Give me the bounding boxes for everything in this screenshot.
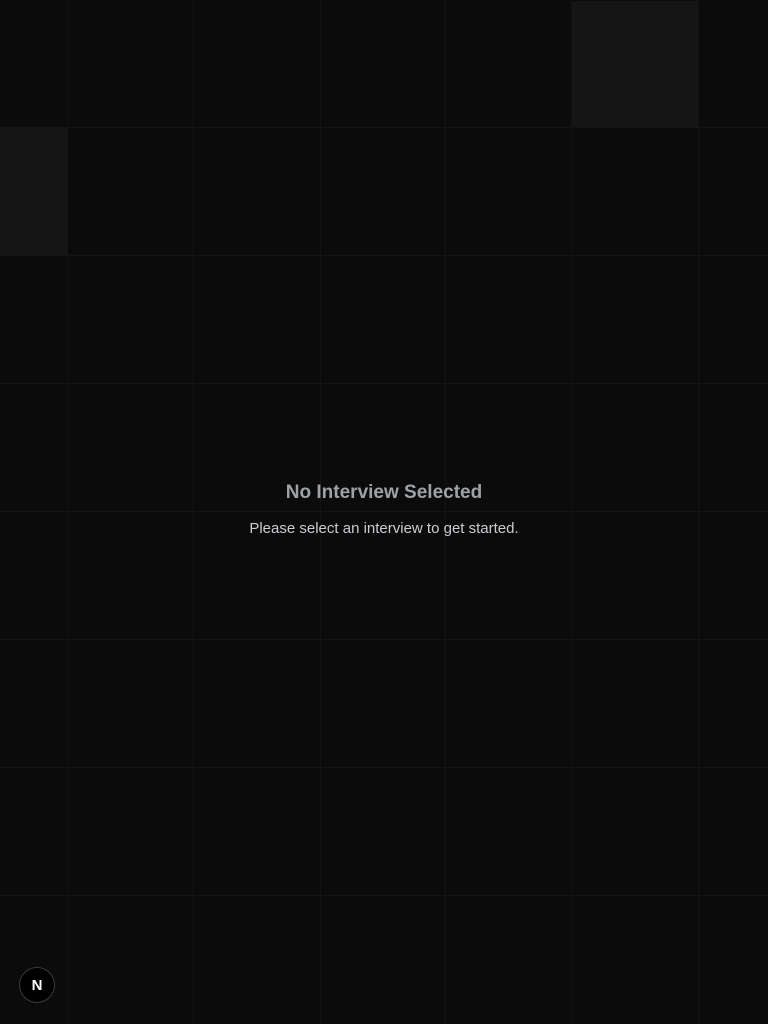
- highlighted-grid-cell: [0, 128, 67, 255]
- grid-line: [0, 383, 768, 384]
- empty-state-description: Please select an interview to get starte…: [249, 520, 519, 537]
- nextjs-dev-indicator-button[interactable]: N: [19, 967, 55, 1003]
- grid-line: [0, 767, 768, 768]
- grid-line: [0, 639, 768, 640]
- empty-state: No Interview Selected Please select an i…: [0, 478, 768, 540]
- grid-line: [0, 895, 768, 896]
- grid-line: [0, 255, 768, 256]
- empty-state-title: No Interview Selected: [285, 482, 483, 503]
- grid-line: [0, 127, 768, 128]
- nextjs-logo-icon: N: [31, 976, 43, 994]
- highlighted-grid-cell: [572, 1, 698, 127]
